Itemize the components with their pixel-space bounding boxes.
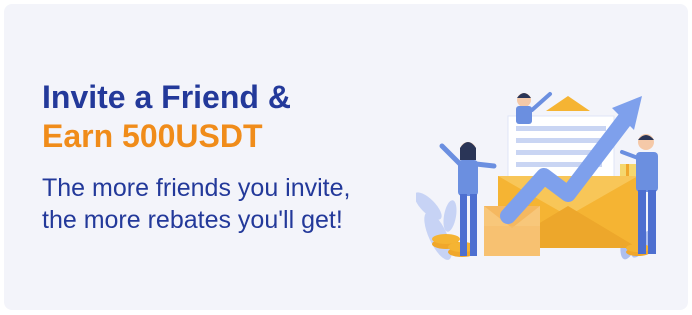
banner-subtitle-line2: the more rebates you'll get! <box>42 206 343 234</box>
referral-banner[interactable]: Invite a Friend & Earn 500USDT The more … <box>4 4 688 310</box>
banner-title-line2: Earn 500USDT <box>42 118 263 154</box>
banner-title-line1: Invite a Friend & <box>42 79 291 115</box>
referral-illustration <box>416 92 658 260</box>
envelope-top-icon <box>546 96 590 111</box>
banner-subtitle-line1: The more friends you invite, <box>42 174 351 202</box>
